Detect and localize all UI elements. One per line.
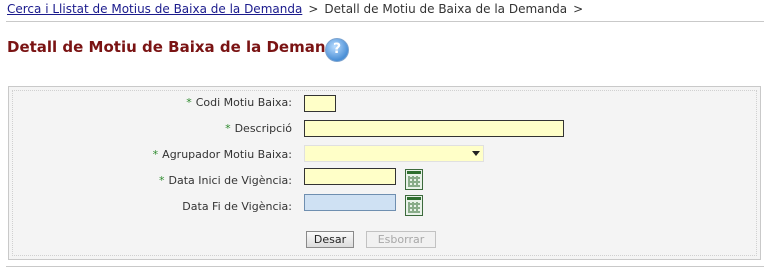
divider [6, 266, 764, 267]
required-marker: * [186, 96, 192, 109]
save-button[interactable]: Desar [306, 231, 354, 248]
codi-input[interactable] [304, 95, 336, 112]
chevron-down-icon [472, 151, 480, 156]
agrupador-label-text: Agrupador Motiu Baixa: [162, 148, 292, 161]
breadcrumb-separator: > [573, 2, 584, 16]
data-inici-label: * Data Inici de Vigència: [6, 174, 292, 187]
data-inici-label-text: Data Inici de Vigència: [168, 174, 293, 187]
page-title: Detall de Motiu de Baixa de la Demanda [7, 38, 347, 56]
breadcrumb-separator: > [308, 2, 319, 16]
required-marker: * [159, 174, 165, 187]
help-icon[interactable]: ? [325, 38, 349, 62]
calendar-icon-grid [408, 176, 420, 187]
codi-label-text: Codi Motiu Baixa: [195, 96, 292, 109]
agrupador-select[interactable] [304, 145, 484, 162]
required-marker: * [152, 148, 159, 161]
data-fi-input[interactable] [304, 194, 396, 211]
breadcrumb-current: Detall de Motiu de Baixa de la Demanda [324, 2, 568, 16]
delete-button[interactable]: Esborrar [366, 231, 436, 248]
data-inici-input[interactable] [304, 168, 396, 185]
divider [6, 21, 764, 22]
data-fi-label: Data Fi de Vigència: [6, 200, 292, 213]
codi-label: * Codi Motiu Baixa: [6, 96, 292, 109]
required-marker: * [225, 122, 231, 135]
descripcio-label-text: Descripció [234, 122, 292, 135]
agrupador-label: * Agrupador Motiu Baixa: [6, 148, 292, 161]
calendar-icon[interactable] [405, 169, 423, 190]
calendar-icon-header [407, 171, 421, 174]
calendar-icon-header [407, 197, 421, 200]
breadcrumb-link-search[interactable]: Cerca i Llistat de Motius de Baixa de la… [7, 2, 302, 16]
breadcrumb: Cerca i Llistat de Motius de Baixa de la… [7, 2, 589, 16]
help-icon-glyph: ? [332, 41, 342, 57]
calendar-icon-grid [408, 202, 420, 213]
calendar-icon[interactable] [405, 195, 423, 216]
descripcio-label: * Descripció [6, 122, 292, 135]
descripcio-input[interactable] [304, 120, 564, 137]
data-fi-label-text: Data Fi de Vigència: [182, 200, 292, 213]
